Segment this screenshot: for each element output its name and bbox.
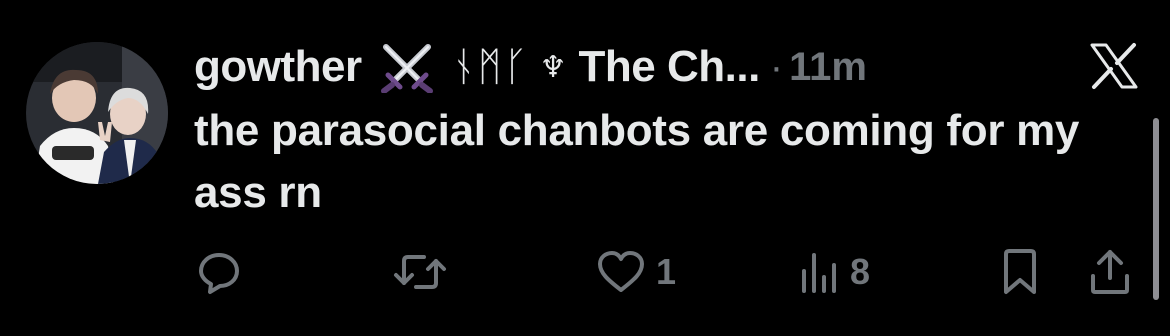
views-button[interactable]: 8 <box>800 242 870 302</box>
timestamp[interactable]: 11m <box>789 45 867 90</box>
trident-icon: ♆ <box>539 49 567 85</box>
rune-glyphs: ᚾᛗᚴ <box>451 44 530 90</box>
tweet-text: the parasocial chanbots are coming for m… <box>194 106 1080 217</box>
avatar-image <box>26 42 168 184</box>
retweet-button[interactable] <box>392 242 448 302</box>
reply-icon <box>196 249 242 295</box>
views-icon <box>800 249 840 295</box>
reply-button[interactable] <box>196 242 242 302</box>
like-button[interactable]: 1 <box>596 242 676 302</box>
bookmark-button[interactable] <box>1000 242 1040 302</box>
bookmark-icon <box>1000 248 1040 296</box>
tweet-header: gowther ᚾᛗᚴ ♆ The Ch... · 11m <box>194 38 867 96</box>
x-logo-icon[interactable] <box>1086 42 1142 90</box>
separator-dot: · <box>769 44 784 89</box>
share-button[interactable] <box>1088 242 1132 302</box>
share-icon <box>1088 248 1132 296</box>
action-bar: 1 8 <box>0 242 1170 302</box>
retweet-icon <box>392 249 448 295</box>
view-count: 8 <box>850 251 871 292</box>
crossed-swords-icon <box>378 41 436 93</box>
heart-icon <box>596 249 646 295</box>
avatar[interactable] <box>26 42 168 184</box>
display-name[interactable]: The Ch... <box>579 42 761 92</box>
like-count: 1 <box>656 251 677 292</box>
username[interactable]: gowther <box>194 42 362 92</box>
